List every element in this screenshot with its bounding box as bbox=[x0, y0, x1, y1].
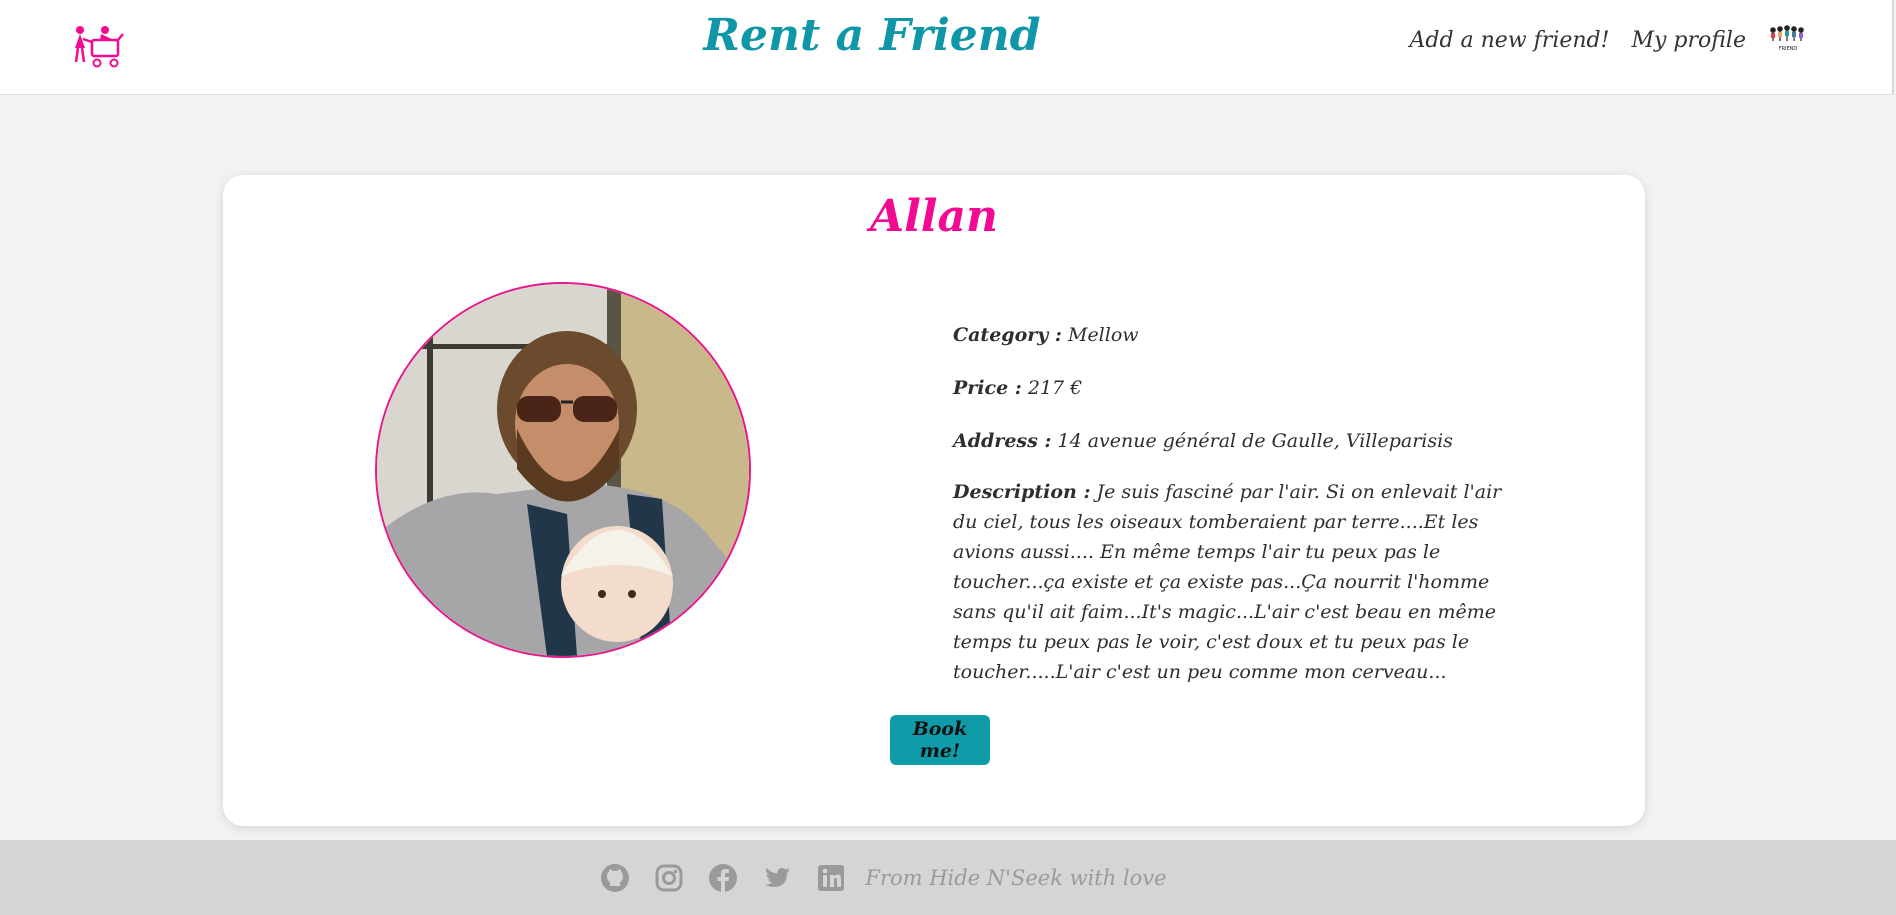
address-line: Address : 14 avenue général de Gaulle, V… bbox=[953, 426, 1503, 456]
price-label: Price : bbox=[953, 377, 1022, 399]
category-line: Category : Mellow bbox=[953, 320, 1503, 350]
twitter-icon[interactable] bbox=[761, 862, 793, 894]
friend-photo-image bbox=[377, 284, 749, 656]
friend-details: Category : Mellow Price : 217 € Address … bbox=[953, 320, 1503, 710]
category-label: Category : bbox=[953, 324, 1062, 346]
description-line: Description : Je suis fasciné par l'air.… bbox=[953, 477, 1503, 687]
friends-avatar-icon[interactable]: FRIEND bbox=[1768, 23, 1808, 53]
book-me-button[interactable]: Book me! bbox=[890, 715, 990, 765]
nav-links: Add a new friend! My profile FRIEND bbox=[1409, 24, 1808, 53]
window-edge bbox=[1892, 0, 1894, 94]
github-icon[interactable] bbox=[599, 862, 631, 894]
friend-photo bbox=[375, 282, 751, 658]
friend-name: Allan bbox=[869, 191, 999, 242]
price-value: 217 € bbox=[1027, 377, 1083, 399]
svg-text:FRIEND: FRIEND bbox=[1779, 46, 1798, 52]
linkedin-icon[interactable] bbox=[815, 862, 847, 894]
footer-text: From Hide N'Seek with love bbox=[865, 865, 1167, 890]
footer-content: From Hide N'Seek with love bbox=[599, 862, 1167, 894]
address-value: 14 avenue général de Gaulle, Villeparisi… bbox=[1057, 430, 1453, 452]
footer: From Hide N'Seek with love bbox=[0, 840, 1896, 915]
friend-card: Allan Category : Mellow Price: 217 € Ad… bbox=[223, 175, 1645, 826]
instagram-icon[interactable] bbox=[653, 862, 685, 894]
address-label: Address : bbox=[953, 430, 1052, 452]
description-label: Description : bbox=[953, 481, 1091, 503]
my-profile-link[interactable]: My profile bbox=[1631, 28, 1746, 53]
navbar: Rent a Friend Add a new friend! My profi… bbox=[0, 0, 1894, 95]
description-text: Je suis fasciné par l'air. Si on enlevai… bbox=[953, 481, 1502, 683]
facebook-icon[interactable] bbox=[707, 862, 739, 894]
category-value: Mellow bbox=[1067, 324, 1139, 346]
add-friend-link[interactable]: Add a new friend! bbox=[1409, 28, 1609, 53]
price-line: Price : 217 € bbox=[953, 373, 1503, 403]
